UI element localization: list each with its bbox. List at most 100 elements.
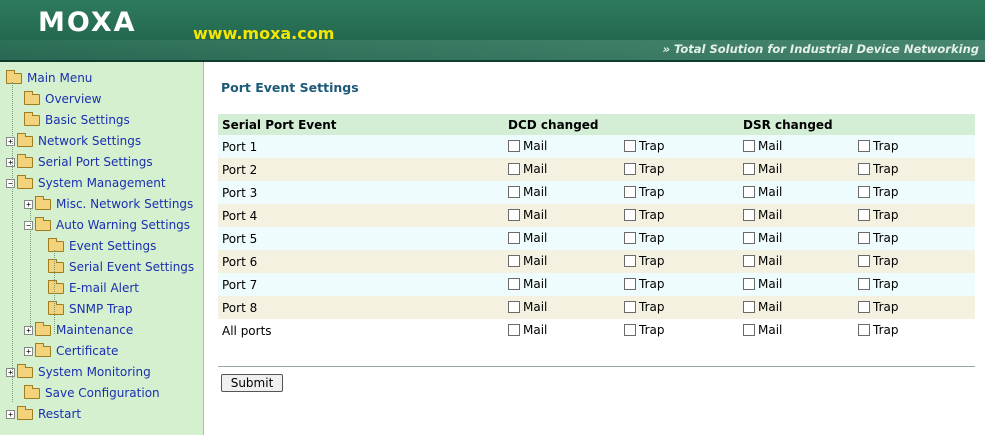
dcd-mail[interactable]: Mail [508,208,547,222]
dsr-trap[interactable]: Trap [858,139,898,153]
dcd-mail[interactable]: Mail [508,139,547,153]
dcd-trap[interactable]: Trap [624,323,664,337]
dsr-mail[interactable]: Mail [743,208,782,222]
expander-icon[interactable]: + [6,367,15,377]
dsr-mail-checkbox[interactable] [743,208,755,221]
dcd-mail-checkbox[interactable] [508,185,520,198]
dsr-mail[interactable]: Mail [743,323,782,337]
dcd-mail[interactable]: Mail [508,277,547,291]
sidebar-item-8[interactable]: Event Settings [48,236,156,256]
sidebar-item-6[interactable]: + Misc. Network Settings [24,194,193,214]
dcd-mail-checkbox[interactable] [508,300,520,313]
dcd-mail[interactable]: Mail [508,231,547,245]
sidebar-item-1[interactable]: Overview [24,89,102,109]
expander-icon[interactable]: + [6,136,15,146]
sidebar-item-3[interactable]: + Network Settings [6,131,141,151]
dcd-trap-checkbox[interactable] [624,208,636,221]
sidebar-item-16[interactable]: + Restart [6,404,81,424]
dsr-trap[interactable]: Trap [858,185,898,199]
dsr-mail-checkbox[interactable] [743,185,755,198]
dcd-trap[interactable]: Trap [624,208,664,222]
dcd-trap-checkbox[interactable] [624,300,636,313]
dcd-trap[interactable]: Trap [624,300,664,314]
dsr-trap[interactable]: Trap [858,277,898,291]
dcd-mail[interactable]: Mail [508,254,547,268]
dsr-mail[interactable]: Mail [743,162,782,176]
dcd-trap[interactable]: Trap [624,162,664,176]
expander-icon[interactable]: + [6,157,15,167]
dcd-trap-checkbox[interactable] [624,139,636,152]
dcd-trap-checkbox[interactable] [624,231,636,244]
dcd-trap[interactable]: Trap [624,139,664,153]
sidebar-item-10[interactable]: E-mail Alert [48,278,139,298]
expander-icon[interactable]: + [6,409,15,419]
sidebar-item-5[interactable]: − System Management [6,173,166,193]
sidebar-item-9[interactable]: Serial Event Settings [48,257,194,277]
dcd-mail-checkbox[interactable] [508,254,520,267]
dsr-mail[interactable]: Mail [743,139,782,153]
dsr-mail-checkbox[interactable] [743,254,755,267]
dsr-mail[interactable]: Mail [743,231,782,245]
dcd-mail-checkbox[interactable] [508,139,520,152]
expander-icon[interactable]: + [24,199,33,209]
dcd-mail[interactable]: Mail [508,162,547,176]
dsr-trap-checkbox[interactable] [858,277,870,290]
dsr-trap[interactable]: Trap [858,162,898,176]
dsr-mail[interactable]: Mail [743,300,782,314]
dsr-mail-checkbox[interactable] [743,323,755,336]
dcd-trap[interactable]: Trap [624,231,664,245]
header-dsr-changed: DSR changed [739,114,854,135]
dsr-trap-checkbox[interactable] [858,323,870,336]
sidebar-item-2[interactable]: Basic Settings [24,110,130,130]
dsr-mail[interactable]: Mail [743,185,782,199]
sidebar-item-7[interactable]: − Auto Warning Settings [24,215,190,235]
dsr-mail-checkbox[interactable] [743,231,755,244]
dsr-trap[interactable]: Trap [858,254,898,268]
dsr-mail-checkbox[interactable] [743,300,755,313]
dcd-mail-checkbox[interactable] [508,208,520,221]
dcd-trap[interactable]: Trap [624,254,664,268]
sidebar-item-15[interactable]: Save Configuration [24,383,160,403]
expander-icon[interactable]: − [24,220,33,230]
sidebar-item-11[interactable]: SNMP Trap [48,299,132,319]
dcd-mail[interactable]: Mail [508,185,547,199]
sidebar-item-4[interactable]: + Serial Port Settings [6,152,153,172]
sidebar-item-0[interactable]: Main Menu [6,68,92,88]
dsr-mail-checkbox[interactable] [743,139,755,152]
dcd-trap-checkbox[interactable] [624,162,636,175]
dcd-trap-checkbox[interactable] [624,277,636,290]
dcd-mail-checkbox[interactable] [508,231,520,244]
dsr-trap[interactable]: Trap [858,208,898,222]
expander-icon[interactable]: + [24,346,33,356]
dcd-mail[interactable]: Mail [508,300,547,314]
sidebar-item-14[interactable]: + System Monitoring [6,362,151,382]
dsr-trap-checkbox[interactable] [858,139,870,152]
submit-button[interactable]: Submit [221,374,283,392]
sidebar-item-12[interactable]: + Maintenance [24,320,133,340]
dcd-mail-checkbox[interactable] [508,162,520,175]
dsr-trap[interactable]: Trap [858,323,898,337]
dsr-trap-checkbox[interactable] [858,208,870,221]
dcd-mail-checkbox[interactable] [508,277,520,290]
dsr-trap-checkbox[interactable] [858,162,870,175]
dcd-trap-checkbox[interactable] [624,185,636,198]
dcd-mail-checkbox[interactable] [508,323,520,336]
dsr-mail[interactable]: Mail [743,254,782,268]
dsr-trap[interactable]: Trap [858,300,898,314]
dcd-trap[interactable]: Trap [624,277,664,291]
dsr-trap-checkbox[interactable] [858,300,870,313]
dsr-trap[interactable]: Trap [858,231,898,245]
expander-icon[interactable]: + [24,325,33,335]
dcd-trap[interactable]: Trap [624,185,664,199]
dcd-trap-checkbox[interactable] [624,254,636,267]
dsr-trap-checkbox[interactable] [858,185,870,198]
sidebar-item-13[interactable]: + Certificate [24,341,118,361]
dcd-mail[interactable]: Mail [508,323,547,337]
dsr-mail-checkbox[interactable] [743,162,755,175]
expander-icon[interactable]: − [6,178,15,188]
dsr-trap-checkbox[interactable] [858,254,870,267]
dsr-mail-checkbox[interactable] [743,277,755,290]
dsr-trap-checkbox[interactable] [858,231,870,244]
dsr-mail[interactable]: Mail [743,277,782,291]
dcd-trap-checkbox[interactable] [624,323,636,336]
